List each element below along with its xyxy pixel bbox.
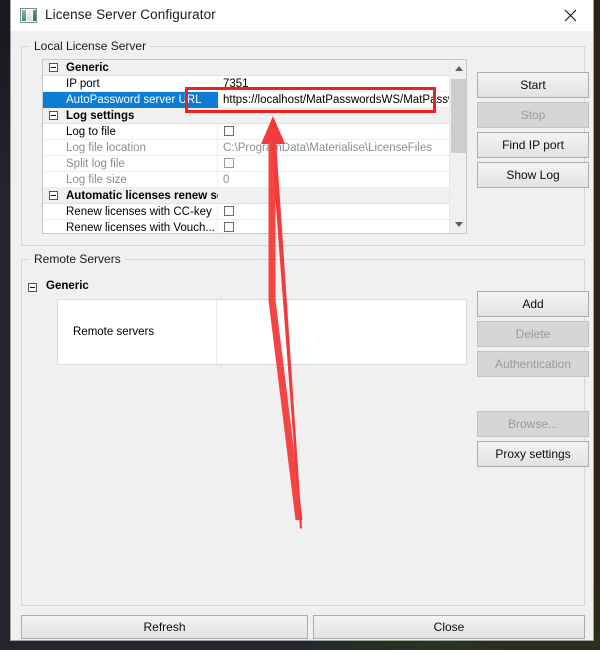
checkbox-icon[interactable]: [224, 206, 234, 216]
checkbox-icon[interactable]: [224, 126, 234, 136]
property-name: Generic: [43, 62, 218, 74]
property-row[interactable]: Renew licenses with Vouch...: [43, 220, 466, 234]
property-value[interactable]: 0: [218, 172, 466, 188]
add-button[interactable]: Add: [477, 291, 589, 317]
stop-button: Stop: [477, 102, 589, 128]
property-row[interactable]: IP port7351: [43, 76, 466, 92]
find-ip-port-button[interactable]: Find IP port: [477, 132, 589, 158]
property-grid-scrollbar[interactable]: [449, 60, 466, 233]
property-row[interactable]: AutoPassword server URLhttps://localhost…: [43, 92, 466, 108]
property-row[interactable]: Log file locationC:\ProgramData\Material…: [43, 140, 466, 156]
proxy-settings-button[interactable]: Proxy settings: [477, 441, 589, 467]
title-bar: License Server Configurator: [11, 0, 593, 32]
app-icon: [20, 8, 37, 23]
close-icon[interactable]: [548, 0, 593, 31]
delete-button: Delete: [477, 321, 589, 347]
show-log-button[interactable]: Show Log: [477, 162, 589, 188]
property-name: Log to file: [43, 124, 218, 140]
property-value[interactable]: [218, 60, 466, 76]
collapse-expander-icon[interactable]: [49, 63, 58, 72]
property-value[interactable]: 7351: [218, 76, 466, 92]
property-value[interactable]: [218, 156, 466, 172]
property-value[interactable]: [218, 108, 466, 124]
license-server-configurator-window: License Server Configurator Local Licens…: [10, 0, 594, 641]
remote-servers-row-label: Remote servers: [73, 326, 154, 338]
scroll-down-icon[interactable]: [450, 216, 467, 233]
column-divider: [216, 300, 217, 364]
property-name: Log file size: [43, 172, 218, 188]
checkbox-icon[interactable]: [224, 158, 234, 168]
collapse-expander-icon[interactable]: [49, 111, 58, 120]
property-name: IP port: [43, 76, 218, 92]
authentication-button: Authentication: [477, 351, 589, 377]
local-license-server-group-title: Local License Server: [30, 39, 150, 53]
property-name: Split log file: [43, 156, 218, 172]
start-button[interactable]: Start: [477, 72, 589, 98]
browse-button: Browse...: [477, 411, 589, 437]
remote-servers-group-title: Remote Servers: [30, 252, 125, 266]
property-name: Renew licenses with Vouch...: [43, 220, 218, 235]
checkbox-icon[interactable]: [224, 222, 234, 232]
close-button[interactable]: Close: [313, 615, 585, 639]
property-row[interactable]: Log file size0: [43, 172, 466, 188]
scrollbar-thumb[interactable]: [451, 79, 466, 153]
property-value[interactable]: [218, 124, 466, 140]
property-value[interactable]: https://localhost/MatPasswordsWS/MatPass…: [218, 92, 466, 108]
remote-servers-grid[interactable]: Remote servers: [57, 299, 467, 365]
property-category-row[interactable]: Log settings: [43, 108, 466, 124]
property-value[interactable]: [218, 220, 466, 235]
property-category-row[interactable]: Generic: [43, 60, 466, 76]
property-value[interactable]: [218, 204, 466, 220]
property-row[interactable]: Split log file: [43, 156, 466, 172]
property-name: Renew licenses with CC-key: [43, 204, 218, 220]
refresh-button[interactable]: Refresh: [21, 615, 308, 639]
property-name: Log settings: [43, 110, 218, 122]
collapse-expander-icon[interactable]: [28, 283, 37, 292]
property-grid-rows: Generic IP port7351AutoPassword server UR…: [43, 60, 466, 234]
property-value[interactable]: C:\ProgramData\Materialise\LicenseFiles: [218, 140, 466, 156]
property-name: Log file location: [43, 140, 218, 156]
local-settings-property-grid[interactable]: Generic IP port7351AutoPassword server UR…: [42, 59, 467, 234]
property-name: Automatic licenses renew settings: [43, 190, 218, 202]
remote-generic-category: Generic: [46, 280, 89, 292]
property-name: AutoPassword server URL: [43, 92, 218, 108]
property-row[interactable]: Renew licenses with CC-key: [43, 204, 466, 220]
collapse-expander-icon[interactable]: [49, 191, 58, 200]
window-title: License Server Configurator: [45, 7, 216, 22]
property-category-row[interactable]: Automatic licenses renew settings: [43, 188, 466, 204]
property-value[interactable]: [218, 188, 466, 204]
property-row[interactable]: Log to file: [43, 124, 466, 140]
remote-generic-category-label: Generic: [46, 280, 89, 292]
scroll-up-icon[interactable]: [450, 60, 467, 77]
